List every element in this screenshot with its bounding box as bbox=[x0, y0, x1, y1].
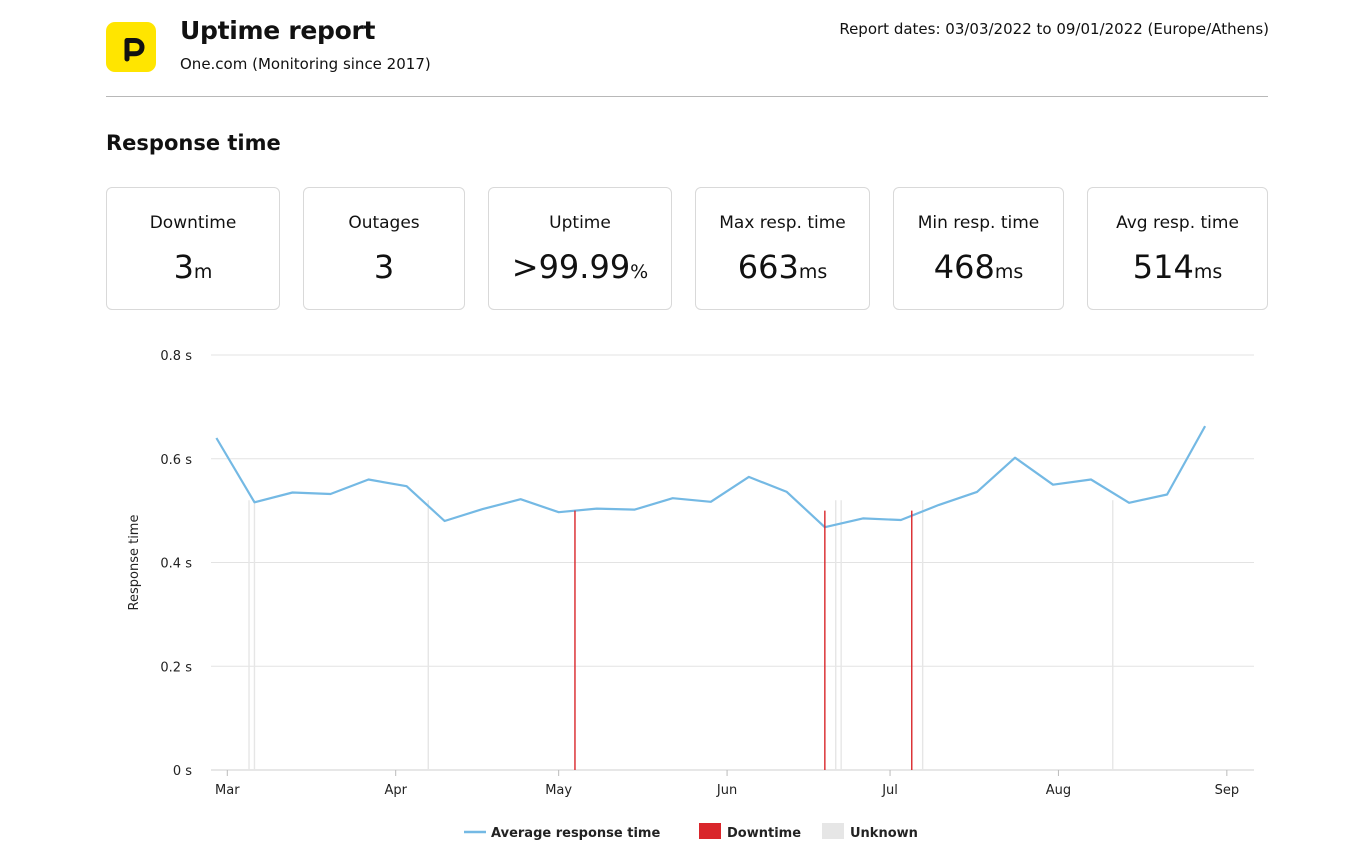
response-time-chart: 0 s 0.2 s 0.4 s 0.6 s 0.8 s Response time Mar A… bbox=[0, 330, 1364, 850]
report-dates: Report dates: 03/03/2022 to 09/01/2022 (… bbox=[839, 20, 1269, 38]
stat-card-downtime: Downtime 3m bbox=[106, 187, 280, 310]
stat-label: Outages bbox=[304, 213, 464, 233]
report-subtitle: One.com (Monitoring since 2017) bbox=[180, 55, 431, 73]
y-axis-label: Response time bbox=[127, 515, 142, 611]
stat-label: Downtime bbox=[107, 213, 279, 233]
y-tick-label: 0.2 s bbox=[160, 660, 192, 675]
stat-card-outages: Outages 3 bbox=[303, 187, 465, 310]
stat-value: 468ms bbox=[894, 248, 1063, 286]
stat-value: 3m bbox=[107, 248, 279, 286]
stat-value: 3 bbox=[304, 248, 464, 286]
stat-card-uptime: Uptime >99.99% bbox=[488, 187, 672, 310]
logo bbox=[106, 22, 156, 72]
stat-card-avg-resp: Avg resp. time 514ms bbox=[1087, 187, 1268, 310]
stat-label: Min resp. time bbox=[894, 213, 1063, 233]
section-title: Response time bbox=[106, 131, 281, 155]
stat-card-min-resp: Min resp. time 468ms bbox=[893, 187, 1064, 310]
p-logo-icon bbox=[106, 22, 156, 72]
y-tick-label: 0.6 s bbox=[160, 453, 192, 468]
y-tick-label: 0 s bbox=[173, 764, 192, 779]
stat-value: 514ms bbox=[1088, 248, 1267, 286]
x-tick-label: Jul bbox=[881, 783, 898, 798]
legend-downtime-swatch bbox=[699, 823, 721, 839]
stat-label: Max resp. time bbox=[696, 213, 869, 233]
x-tick-label: Aug bbox=[1046, 783, 1071, 798]
legend-label-average: Average response time bbox=[491, 826, 660, 841]
x-tick-label: Jun bbox=[716, 783, 737, 798]
stat-value: 663ms bbox=[696, 248, 869, 286]
y-tick-label: 0.4 s bbox=[160, 557, 192, 572]
legend-label-unknown: Unknown bbox=[850, 826, 918, 841]
x-tick-label: Apr bbox=[384, 783, 407, 798]
header-divider bbox=[106, 96, 1268, 97]
stat-label: Uptime bbox=[489, 213, 671, 233]
chart-svg: 0 s 0.2 s 0.4 s 0.6 s 0.8 s Response time Mar A… bbox=[0, 330, 1364, 850]
legend-label-downtime: Downtime bbox=[727, 826, 801, 841]
x-tick-label: Mar bbox=[215, 783, 240, 798]
y-tick-label: 0.8 s bbox=[160, 349, 192, 364]
report-title: Uptime report bbox=[180, 16, 375, 45]
stat-value: >99.99% bbox=[489, 248, 671, 286]
stat-card-max-resp: Max resp. time 663ms bbox=[695, 187, 870, 310]
legend-unknown-swatch bbox=[822, 823, 844, 839]
x-tick-label: May bbox=[545, 783, 572, 798]
stat-label: Avg resp. time bbox=[1088, 213, 1267, 233]
response-time-line bbox=[216, 426, 1205, 527]
x-tick-label: Sep bbox=[1215, 783, 1240, 798]
